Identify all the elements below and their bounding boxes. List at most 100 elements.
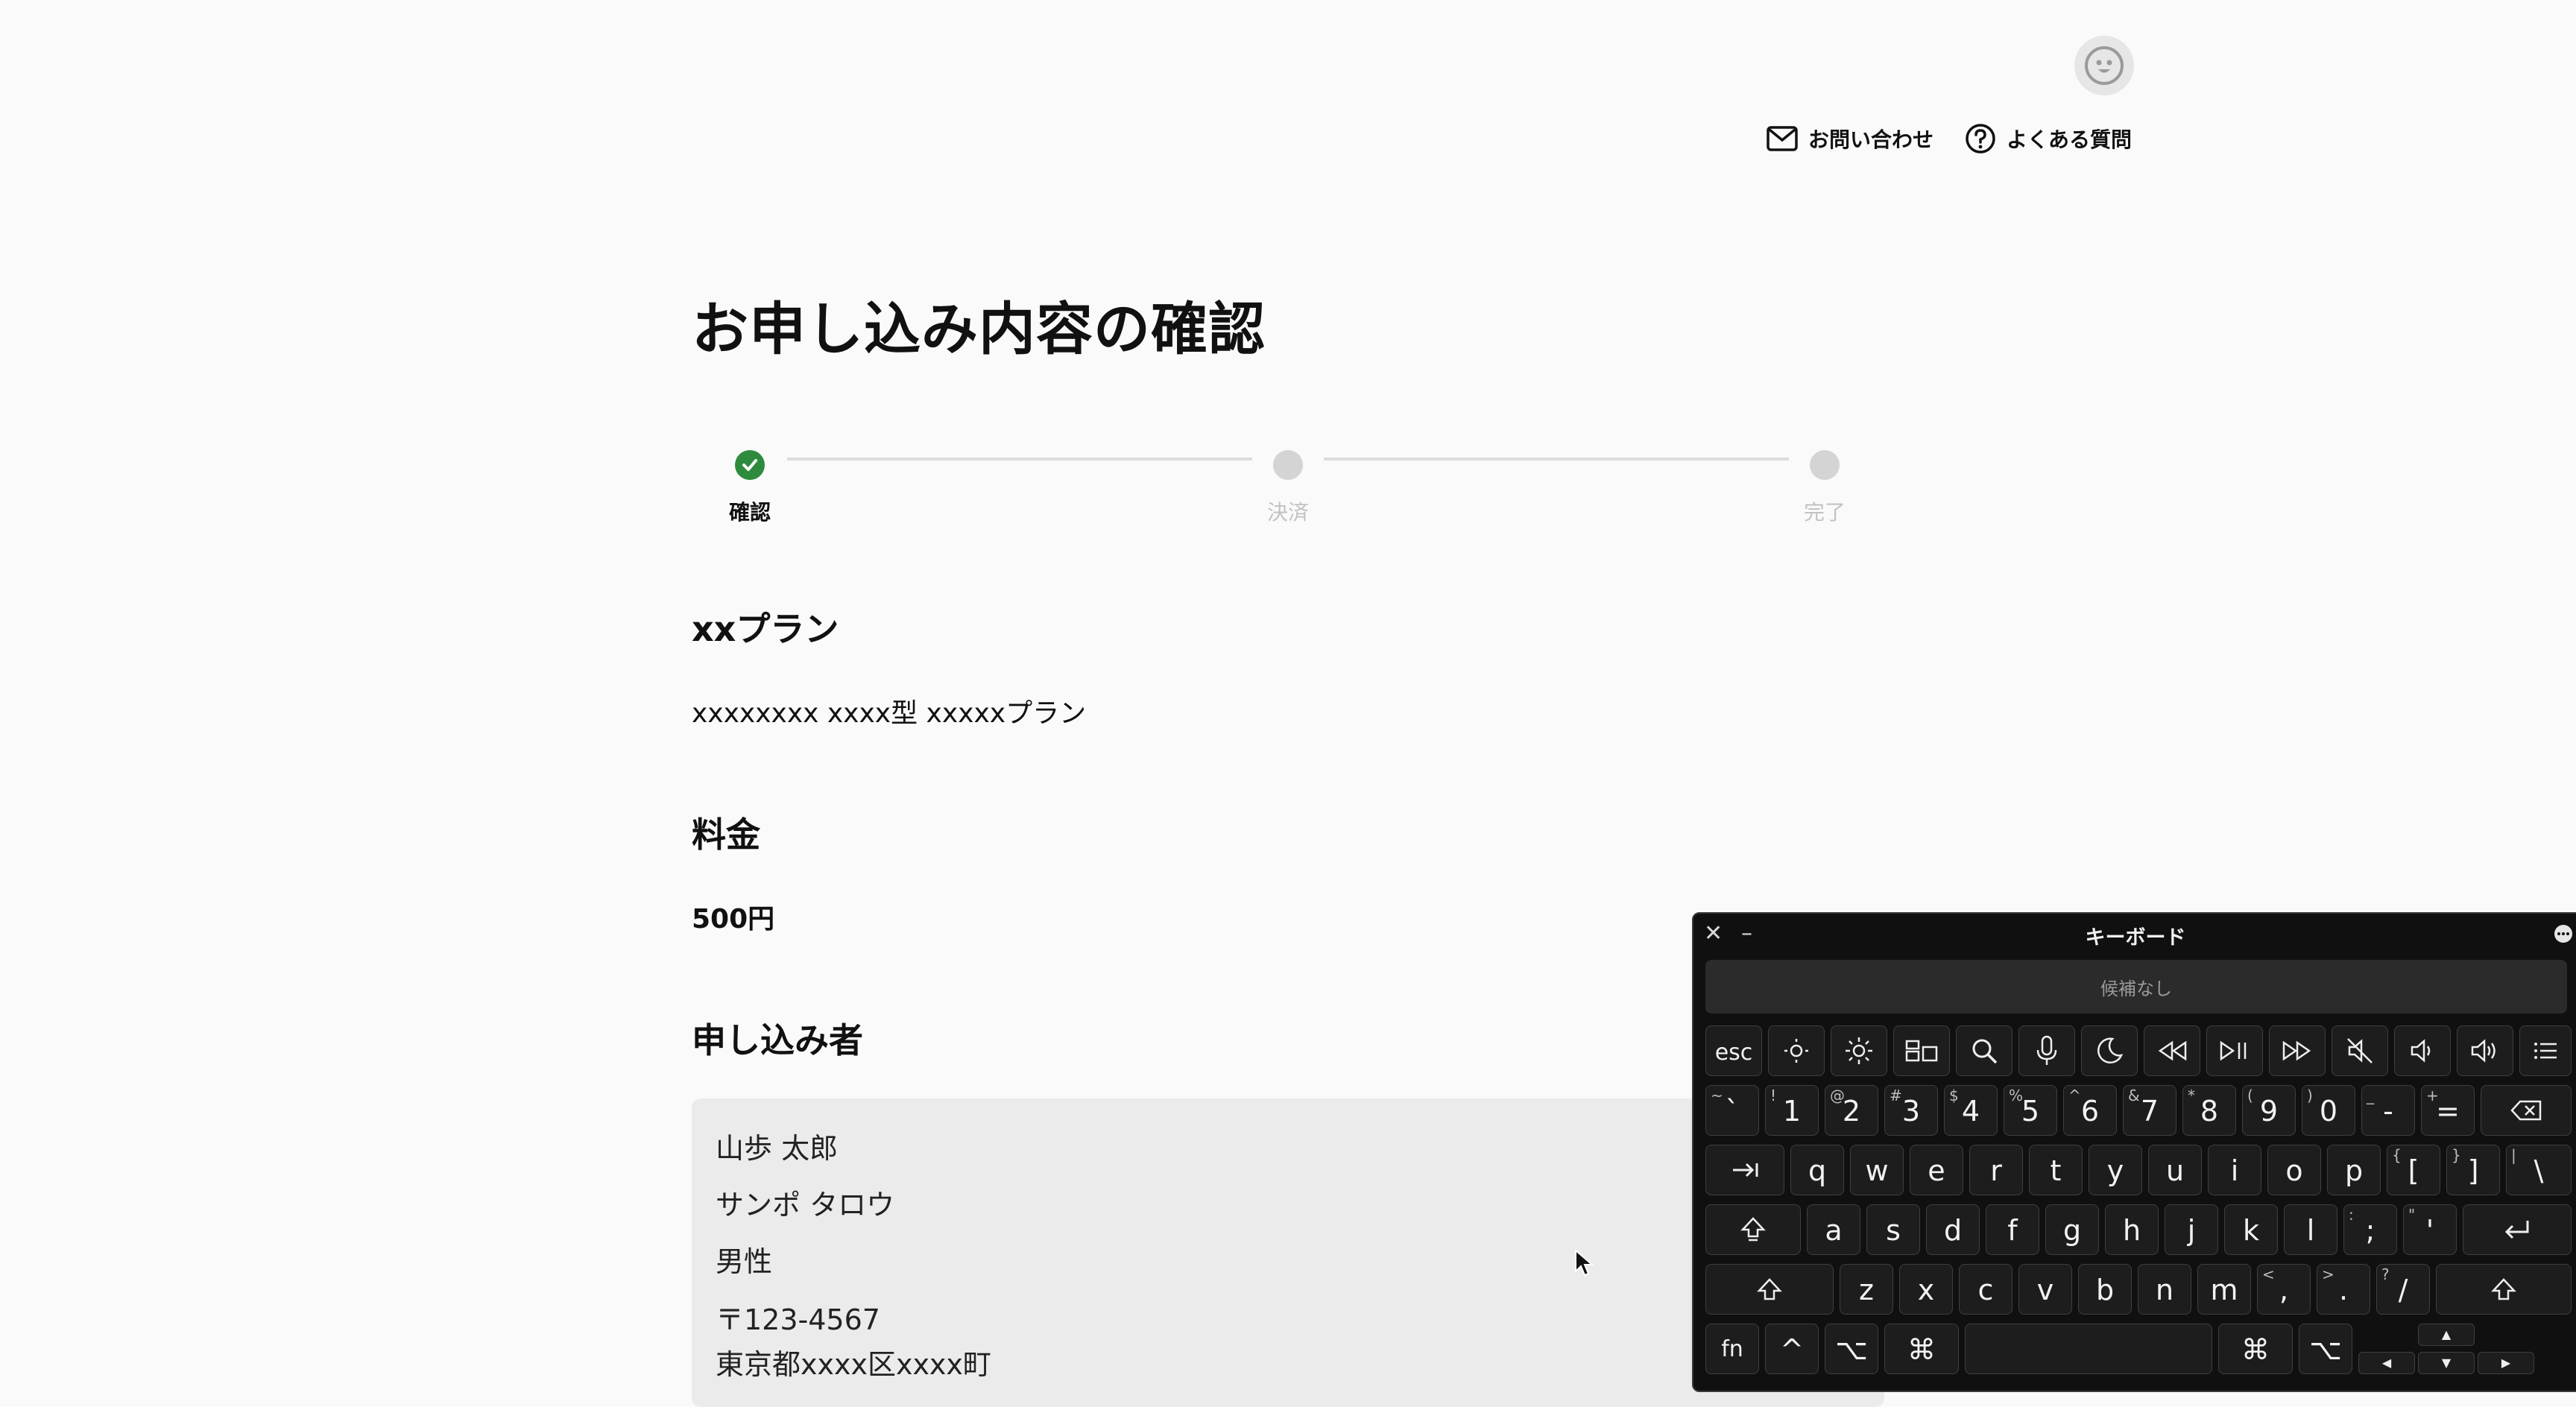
- key-e[interactable]: e: [1910, 1145, 1963, 1195]
- key-1[interactable]: ! 1: [1765, 1085, 1819, 1136]
- brightness-up-icon[interactable]: [1831, 1025, 1887, 1076]
- key-space[interactable]: [1965, 1324, 2212, 1374]
- faq-link[interactable]: よくある質問: [1965, 122, 2132, 155]
- delete-icon[interactable]: [2481, 1085, 2572, 1136]
- key-o[interactable]: o: [2267, 1145, 2321, 1195]
- key-s[interactable]: s: [1866, 1204, 1920, 1255]
- key-h[interactable]: h: [2105, 1204, 2159, 1255]
- return-icon[interactable]: [2463, 1204, 2572, 1255]
- applicant-postal-code: 〒123-4567: [716, 1303, 880, 1336]
- key-option-left[interactable]: ⌥: [1825, 1324, 1878, 1374]
- key-z[interactable]: z: [1840, 1264, 1893, 1315]
- tab-icon[interactable]: [1705, 1145, 1784, 1195]
- key-k[interactable]: k: [2224, 1204, 2278, 1255]
- key-q[interactable]: q: [1790, 1145, 1844, 1195]
- key-comma[interactable]: <,: [2257, 1264, 2311, 1315]
- menu-icon[interactable]: [2519, 1025, 2572, 1076]
- key-t[interactable]: t: [2029, 1145, 2083, 1195]
- volume-up-icon[interactable]: [2457, 1025, 2513, 1076]
- price-value: 500円: [692, 904, 775, 935]
- mute-icon[interactable]: [2332, 1025, 2388, 1076]
- key-period[interactable]: >.: [2317, 1264, 2370, 1315]
- key-8[interactable]: * 8: [2182, 1085, 2236, 1136]
- key-y[interactable]: y: [2089, 1145, 2142, 1195]
- arrow-down-key[interactable]: ▼: [2418, 1352, 2475, 1374]
- key-9[interactable]: (9: [2242, 1085, 2296, 1136]
- plan-value: xxxxxxxx xxxx型 xxxxxプラン: [692, 698, 1087, 729]
- key-equals[interactable]: + =: [2421, 1085, 2475, 1136]
- key-slash[interactable]: ? /: [2376, 1264, 2430, 1315]
- key-m[interactable]: m: [2197, 1264, 2251, 1315]
- key-fn[interactable]: fn: [1705, 1324, 1759, 1374]
- applicant-name-kana: サンポ タロウ: [716, 1189, 895, 1221]
- key-backslash[interactable]: | \: [2506, 1145, 2572, 1195]
- key-f[interactable]: f: [1986, 1204, 2039, 1255]
- step-dot-complete: [1810, 450, 1840, 480]
- arrow-up-key[interactable]: ▲: [2418, 1324, 2475, 1346]
- fast-forward-icon[interactable]: [2269, 1025, 2326, 1076]
- dictation-icon[interactable]: [2018, 1025, 2075, 1076]
- plan-heading: xxプラン: [692, 609, 839, 649]
- play-pause-icon[interactable]: [2206, 1025, 2263, 1076]
- key-r[interactable]: r: [1969, 1145, 2023, 1195]
- mission-control-icon[interactable]: [1893, 1025, 1950, 1076]
- contact-link[interactable]: お問い合わせ: [1767, 122, 1933, 155]
- key-option-right[interactable]: ⌥: [2299, 1324, 2352, 1374]
- key-6[interactable]: ^ 6: [2063, 1085, 2117, 1136]
- spotlight-icon[interactable]: [1956, 1025, 2012, 1076]
- key-3[interactable]: #3: [1884, 1085, 1938, 1136]
- step-label-confirm: 確認: [728, 500, 771, 525]
- step-label-complete: 完了: [1803, 500, 1846, 525]
- mouse-pointer-icon: [1575, 1249, 1594, 1277]
- key-j[interactable]: j: [2165, 1204, 2218, 1255]
- key-a[interactable]: a: [1807, 1204, 1860, 1255]
- key-right-bracket[interactable]: }]: [2446, 1145, 2500, 1195]
- check-icon: [742, 459, 757, 471]
- key-5[interactable]: % 5: [2004, 1085, 2057, 1136]
- key-4[interactable]: $4: [1944, 1085, 1998, 1136]
- page-title: お申し込み内容の確認: [692, 296, 1266, 362]
- arrow-left-key[interactable]: ◀: [2358, 1352, 2415, 1374]
- more-options-icon[interactable]: [2554, 924, 2573, 948]
- mail-icon: [1767, 126, 1798, 151]
- key-u[interactable]: u: [2148, 1145, 2202, 1195]
- key-g[interactable]: g: [2045, 1204, 2099, 1255]
- key-w[interactable]: w: [1850, 1145, 1904, 1195]
- do-not-disturb-icon[interactable]: [2081, 1025, 2138, 1076]
- key-minus[interactable]: _ -: [2361, 1085, 2415, 1136]
- key-v[interactable]: v: [2018, 1264, 2072, 1315]
- key-left-bracket[interactable]: {[: [2387, 1145, 2440, 1195]
- key-i[interactable]: i: [2208, 1145, 2261, 1195]
- key-0[interactable]: ) 0: [2302, 1085, 2355, 1136]
- volume-down-icon[interactable]: [2394, 1025, 2451, 1076]
- price-heading: 料金: [692, 815, 760, 855]
- caps-lock-icon[interactable]: [1705, 1204, 1801, 1255]
- key-2[interactable]: @2: [1825, 1085, 1878, 1136]
- key-x[interactable]: x: [1899, 1264, 1953, 1315]
- key-semicolon[interactable]: :;: [2343, 1204, 2397, 1255]
- step-dot-payment: [1273, 450, 1303, 480]
- key-esc[interactable]: esc: [1705, 1025, 1762, 1076]
- step-label-payment: 決済: [1266, 500, 1309, 525]
- question-circle-icon: [1966, 124, 1995, 154]
- key-backtick[interactable]: ~ `: [1705, 1085, 1759, 1136]
- key-l[interactable]: l: [2284, 1204, 2337, 1255]
- key-n[interactable]: n: [2138, 1264, 2191, 1315]
- shift-left-icon[interactable]: [1705, 1264, 1834, 1315]
- key-quote[interactable]: " ': [2403, 1204, 2457, 1255]
- shift-right-icon[interactable]: [2436, 1264, 2572, 1315]
- rewind-icon[interactable]: [2144, 1025, 2200, 1076]
- brightness-down-icon[interactable]: [1768, 1025, 1825, 1076]
- key-c[interactable]: c: [1959, 1264, 2012, 1315]
- key-d[interactable]: d: [1926, 1204, 1980, 1255]
- key-7[interactable]: & 7: [2123, 1085, 2176, 1136]
- arrow-right-key[interactable]: ▶: [2478, 1352, 2534, 1374]
- key-command-left[interactable]: ⌘: [1884, 1324, 1959, 1374]
- avatar[interactable]: [2074, 36, 2134, 95]
- key-control[interactable]: ^: [1765, 1324, 1819, 1374]
- keyboard-viewer: ✕ – キーボード 候補なし esc ~ ` ! 1 @ 2 # 3 $ 4 %…: [1692, 912, 2576, 1392]
- key-b[interactable]: b: [2078, 1264, 2132, 1315]
- key-command-right[interactable]: ⌘: [2218, 1324, 2293, 1374]
- key-p[interactable]: p: [2327, 1145, 2381, 1195]
- applicant-heading: 申し込み者: [692, 1020, 863, 1060]
